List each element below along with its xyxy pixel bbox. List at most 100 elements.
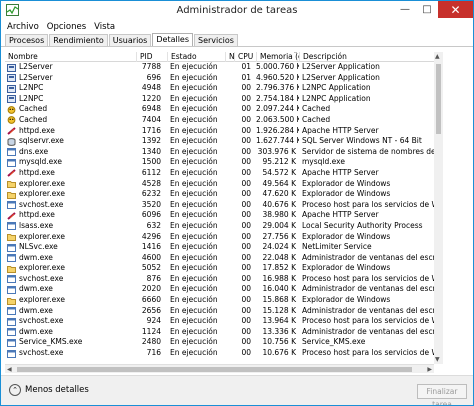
cell-desc: Explorador de Windows xyxy=(302,263,391,273)
close-button[interactable]: ✕ xyxy=(438,1,473,18)
cell-cpu: 00 xyxy=(241,284,251,294)
cell-mem: 13.964 K xyxy=(262,316,296,326)
cell-status: En ejecución xyxy=(170,72,218,82)
cell-name: L2Server xyxy=(19,62,53,71)
cell-cpu: 00 xyxy=(241,242,251,252)
table-row[interactable]: dwm.exe 2020 En ejecución 00 16.040 K Adminis… xyxy=(5,284,434,295)
column-header-memory[interactable]: Memoria (c... ⌃ xyxy=(256,52,299,62)
cell-status: En ejecución xyxy=(170,295,218,305)
table-row[interactable]: dwm.exe 1124 En ejecución 00 13.336 K Adminis… xyxy=(5,327,434,338)
column-header-description[interactable]: Descripción xyxy=(299,52,434,62)
cell-name: Service_KMS.exe xyxy=(19,337,83,347)
cell-desc: L2Server Application xyxy=(302,72,380,82)
cell-pid: 6096 xyxy=(141,210,161,220)
table-row[interactable]: Cached 6948 En ejecución 00 2.097.244 K Cache… xyxy=(5,104,434,115)
table-row[interactable]: svchost.exe 716 En ejecución 00 10.676 K Proc… xyxy=(5,348,434,359)
scroll-down-icon[interactable]: ▼ xyxy=(435,356,440,363)
less-details-button[interactable]: ⌃ Menos detalles xyxy=(9,384,89,396)
cell-desc: Explorador de Windows xyxy=(302,189,391,199)
cell-mem: 1.926.284 K xyxy=(256,125,299,135)
table-row[interactable]: svchost.exe 876 En ejecución 00 16.988 K Proc… xyxy=(5,274,434,285)
cell-pid: 696 xyxy=(146,72,161,82)
cell-status: En ejecución xyxy=(170,337,218,347)
table-row[interactable]: dwm.exe 2656 En ejecución 00 15.128 K Adminis… xyxy=(5,306,434,317)
cell-name: httpd.exe xyxy=(19,210,55,220)
menu-opciones[interactable]: Opciones xyxy=(47,20,86,34)
table-row[interactable]: svchost.exe 924 En ejecución 00 13.964 K Proc… xyxy=(5,316,434,327)
table-row[interactable]: sqlservr.exe 1392 En ejecución 00 1.627.744 … xyxy=(5,136,434,147)
table-row[interactable]: L2NPC 4948 En ejecución 00 2.796.376 K L2NPC … xyxy=(5,83,434,94)
end-task-button[interactable]: Finalizar tarea xyxy=(417,384,467,405)
scroll-right-icon[interactable]: ▶ xyxy=(427,365,432,374)
table-row[interactable]: explorer.exe 6660 En ejecución 00 15.868 K Ex… xyxy=(5,295,434,306)
table-row[interactable]: mysqld.exe 1500 En ejecución 00 95.212 K mysq… xyxy=(5,157,434,168)
cell-mem: 15.868 K xyxy=(262,295,296,305)
cell-mem: 10.756 K xyxy=(262,337,296,347)
title-bar[interactable]: Administrador de tareas — □ ✕ xyxy=(1,1,473,21)
horizontal-scroll-thumb[interactable] xyxy=(17,367,412,372)
table-row[interactable]: httpd.exe 6096 En ejecución 00 38.980 K Apach… xyxy=(5,210,434,221)
column-header-cpu[interactable]: CPU xyxy=(234,52,256,62)
cell-pid: 6660 xyxy=(141,295,161,305)
cell-pid: 5052 xyxy=(141,263,161,273)
column-header-user[interactable]: Nombre de usu... xyxy=(225,52,234,62)
column-header-pid[interactable]: PID xyxy=(136,52,167,62)
cell-pid: 7788 xyxy=(141,62,161,71)
table-row[interactable]: httpd.exe 6112 En ejecución 00 54.572 K Apach… xyxy=(5,168,434,179)
vertical-scrollbar[interactable]: ▲ ▼ xyxy=(434,52,443,364)
column-header-status[interactable]: Estado xyxy=(167,52,225,62)
cell-status: En ejecución xyxy=(170,62,218,71)
horizontal-scrollbar[interactable]: ◀ ▶ xyxy=(5,364,434,373)
tab-detalles[interactable]: Detalles xyxy=(152,33,194,47)
table-row[interactable]: lsass.exe 632 En ejecución 00 29.004 K Local … xyxy=(5,221,434,232)
table-row[interactable]: L2Server 7788 En ejecución 01 5.000.760 K L2S… xyxy=(5,62,434,73)
cell-desc: Cached xyxy=(302,104,331,114)
cell-mem: 4.960.520 K xyxy=(256,72,299,82)
table-row[interactable]: explorer.exe 4296 En ejecución 00 27.756 K Ex… xyxy=(5,232,434,243)
table-header: Nombre PID Estado Nombre de usu... CPU M… xyxy=(5,52,434,62)
cell-cpu: 00 xyxy=(241,305,251,315)
cell-pid: 924 xyxy=(146,316,161,326)
column-header-name[interactable]: Nombre xyxy=(5,52,136,62)
table-row[interactable]: dwm.exe 4600 En ejecución 00 22.048 K Adminis… xyxy=(5,253,434,264)
vertical-scroll-thumb[interactable] xyxy=(436,64,441,134)
table-row[interactable]: L2NPC 1220 En ejecución 00 2.754.184 K L2NPC … xyxy=(5,94,434,105)
scroll-left-icon[interactable]: ◀ xyxy=(7,365,12,374)
cell-mem: 2.796.376 K xyxy=(256,83,299,93)
cell-cpu: 00 xyxy=(241,348,251,358)
cell-desc: NetLimiter Service xyxy=(302,242,372,252)
menu-vista[interactable]: Vista xyxy=(94,20,115,34)
table-row[interactable]: httpd.exe 1716 En ejecución 00 1.926.284 K Ap… xyxy=(5,126,434,137)
cell-pid: 6232 xyxy=(141,189,161,199)
table-row[interactable]: NLSvc.exe 1416 En ejecución 00 24.024 K NetLi… xyxy=(5,242,434,253)
cell-status: En ejecución xyxy=(170,284,218,294)
cell-pid: 2020 xyxy=(141,284,161,294)
cell-name: explorer.exe xyxy=(19,189,65,199)
cell-cpu: 00 xyxy=(241,146,251,156)
cell-pid: 7404 xyxy=(141,114,161,124)
table-row[interactable]: Service_KMS.exe 2480 En ejecución 00 10.756 … xyxy=(5,337,434,348)
minimize-button[interactable]: — xyxy=(394,1,416,18)
cell-desc: Administrador de ventanas del escritorio xyxy=(302,284,434,294)
cell-name: sqlservr.exe xyxy=(19,136,64,146)
menu-archivo[interactable]: Archivo xyxy=(7,20,39,34)
cell-pid: 632 xyxy=(146,220,161,230)
cell-name: lsass.exe xyxy=(19,220,54,230)
cell-mem: 5.000.760 K xyxy=(256,62,299,71)
table-row[interactable]: L2Server 696 En ejecución 01 4.960.520 K L2Se… xyxy=(5,73,434,84)
chevron-up-icon: ⌃ xyxy=(9,384,21,396)
scroll-up-icon[interactable]: ▲ xyxy=(435,53,440,60)
table-row[interactable]: explorer.exe 4528 En ejecución 00 49.564 K Ex… xyxy=(5,179,434,190)
cell-status: En ejecución xyxy=(170,305,218,315)
table-row[interactable]: explorer.exe 5052 En ejecución 00 17.852 K Ex… xyxy=(5,263,434,274)
table-row[interactable]: explorer.exe 6232 En ejecución 00 47.620 K Ex… xyxy=(5,189,434,200)
cell-mem: 24.024 K xyxy=(262,242,296,252)
table-row[interactable]: svchost.exe 3520 En ejecución 00 40.676 K Pro… xyxy=(5,200,434,211)
table-row[interactable]: dns.exe 1340 En ejecución 00 303.976 K Servid… xyxy=(5,147,434,158)
maximize-button[interactable]: □ xyxy=(416,1,438,18)
cell-name: L2Server xyxy=(19,72,53,82)
table-row[interactable]: Cached 7404 En ejecución 00 2.063.500 K Cache… xyxy=(5,115,434,126)
cell-cpu: 00 xyxy=(241,263,251,273)
cell-desc: SQL Server Windows NT - 64 Bit xyxy=(302,136,422,146)
cell-desc: Service_KMS.exe xyxy=(302,337,366,347)
